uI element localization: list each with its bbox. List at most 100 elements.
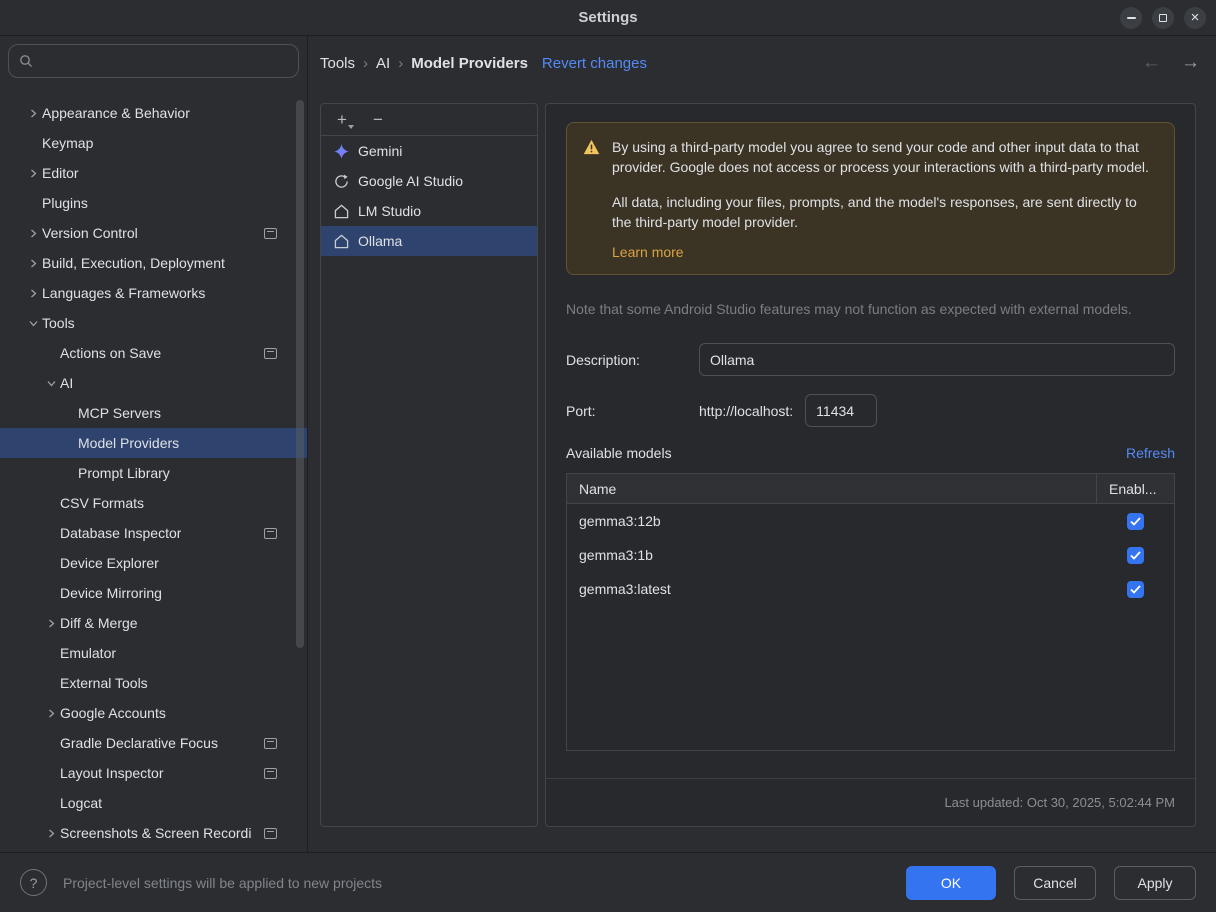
close-button[interactable]: × (1184, 7, 1206, 29)
breadcrumb-separator-icon: › (398, 55, 403, 72)
sidebar-item-keymap[interactable]: Keymap (0, 128, 307, 158)
provider-item-lm-studio[interactable]: LM Studio (321, 196, 537, 226)
sidebar-item-mcp-servers[interactable]: MCP Servers (0, 398, 307, 428)
sidebar-item-prompt-library[interactable]: Prompt Library (0, 458, 307, 488)
search-input[interactable] (40, 53, 288, 69)
refresh-link[interactable]: Refresh (1126, 445, 1175, 461)
chevron-right-icon[interactable] (24, 169, 42, 178)
remove-provider-button[interactable]: − (369, 111, 387, 128)
model-row-gemma3-1b[interactable]: gemma3:1b (567, 538, 1174, 572)
sidebar-item-label: Emulator (60, 645, 116, 661)
sidebar-item-label: Version Control (42, 225, 138, 241)
provider-item-google-ai-studio[interactable]: Google AI Studio (321, 166, 537, 196)
provider-detail-panel: By using a third-party model you agree t… (545, 103, 1196, 827)
maximize-button[interactable] (1152, 7, 1174, 29)
model-enabled-cell (1096, 504, 1174, 538)
sidebar-item-device-explorer[interactable]: Device Explorer (0, 548, 307, 578)
model-enabled-checkbox[interactable] (1127, 547, 1144, 564)
sidebar-item-label: Model Providers (78, 435, 179, 451)
last-updated-text: Last updated: Oct 30, 2025, 5:02:44 PM (944, 795, 1175, 810)
sidebar-item-database-inspector[interactable]: Database Inspector (0, 518, 307, 548)
sidebar-item-gradle-declarative-focus[interactable]: Gradle Declarative Focus (0, 728, 307, 758)
sidebar-item-device-mirroring[interactable]: Device Mirroring (0, 578, 307, 608)
sidebar-item-tools[interactable]: Tools (0, 308, 307, 338)
chevron-right-icon[interactable] (24, 289, 42, 298)
sidebar-scrollbar[interactable] (296, 100, 304, 648)
warning-text: By using a third-party model you agree t… (612, 137, 1158, 260)
forward-arrow[interactable]: → (1181, 52, 1200, 74)
model-enabled-checkbox[interactable] (1127, 581, 1144, 598)
provider-item-gemini[interactable]: Gemini (321, 136, 537, 166)
model-name: gemma3:1b (567, 547, 1096, 563)
model-row-gemma3-latest[interactable]: gemma3:latest (567, 572, 1174, 606)
sidebar-item-actions-on-save[interactable]: Actions on Save (0, 338, 307, 368)
sidebar-item-screenshots-screen-recordi[interactable]: Screenshots & Screen Recordi (0, 818, 307, 848)
sidebar-item-editor[interactable]: Editor (0, 158, 307, 188)
chevron-right-icon[interactable] (42, 619, 60, 628)
add-provider-button[interactable]: + (333, 111, 351, 128)
warning-paragraph-2: All data, including your files, prompts,… (612, 192, 1158, 233)
chevron-right-icon[interactable] (24, 109, 42, 118)
chevron-right-icon[interactable] (42, 709, 60, 718)
sidebar-item-label: External Tools (60, 675, 148, 691)
sidebar-item-appearance-behavior[interactable]: Appearance & Behavior (0, 98, 307, 128)
sidebar-item-logcat[interactable]: Logcat (0, 788, 307, 818)
sidebar-item-model-providers[interactable]: Model Providers (0, 428, 307, 458)
column-header-enabled[interactable]: Enabl... (1096, 474, 1174, 503)
sidebar-item-label: AI (60, 375, 73, 391)
sidebar-item-languages-frameworks[interactable]: Languages & Frameworks (0, 278, 307, 308)
sidebar-item-google-accounts[interactable]: Google Accounts (0, 698, 307, 728)
learn-more-link[interactable]: Learn more (612, 244, 684, 260)
minimize-button[interactable] (1120, 7, 1142, 29)
model-row-gemma3-12b[interactable]: gemma3:12b (567, 504, 1174, 538)
sidebar-item-layout-inspector[interactable]: Layout Inspector (0, 758, 307, 788)
port-prefix: http://localhost: (699, 403, 793, 419)
project-level-icon (264, 738, 277, 749)
column-header-name[interactable]: Name (567, 481, 1096, 497)
sidebar-item-label: Device Mirroring (60, 585, 162, 601)
project-level-icon (264, 768, 277, 779)
model-enabled-checkbox[interactable] (1127, 513, 1144, 530)
chevron-right-icon[interactable] (24, 259, 42, 268)
footer-note: Project-level settings will be applied t… (63, 875, 382, 891)
sidebar-item-csv-formats[interactable]: CSV Formats (0, 488, 307, 518)
sidebar-item-emulator[interactable]: Emulator (0, 638, 307, 668)
revert-changes-link[interactable]: Revert changes (542, 55, 647, 72)
chevron-down-icon[interactable] (24, 319, 42, 328)
breadcrumb-item-ai[interactable]: AI (376, 55, 390, 72)
lm-studio-icon (333, 204, 349, 219)
sidebar-item-build-execution-deployment[interactable]: Build, Execution, Deployment (0, 248, 307, 278)
chevron-right-icon[interactable] (24, 229, 42, 238)
settings-tree: Appearance & BehaviorKeymap Editor Plugins… (0, 98, 307, 848)
provider-item-ollama[interactable]: Ollama (321, 226, 537, 256)
chevron-right-icon[interactable] (42, 829, 60, 838)
chevron-down-icon[interactable] (42, 379, 60, 388)
cancel-button[interactable]: Cancel (1014, 866, 1096, 900)
sidebar-item-plugins[interactable]: Plugins (0, 188, 307, 218)
gemini-icon (333, 144, 349, 159)
sidebar-item-diff-merge[interactable]: Diff & Merge (0, 608, 307, 638)
sidebar-item-external-tools[interactable]: External Tools (0, 668, 307, 698)
apply-button[interactable]: Apply (1114, 866, 1196, 900)
sidebar-item-label: Plugins (42, 195, 88, 211)
breadcrumb-item-tools[interactable]: Tools (320, 55, 355, 72)
sidebar-item-label: Screenshots & Screen Recordi (60, 825, 251, 841)
sidebar-item-label: Editor (42, 165, 79, 181)
sidebar-item-label: Languages & Frameworks (42, 285, 205, 301)
help-button[interactable]: ? (20, 869, 47, 896)
history-navigation: ← → (1142, 52, 1200, 74)
sidebar-item-version-control[interactable]: Version Control (0, 218, 307, 248)
port-input[interactable] (805, 394, 877, 427)
description-input[interactable] (699, 343, 1175, 376)
model-enabled-cell (1096, 538, 1174, 572)
breadcrumb-separator-icon: › (363, 55, 368, 72)
models-table-body: gemma3:12b gemma3:1b gemma3:latest (567, 504, 1174, 606)
provider-label: Gemini (358, 143, 402, 159)
search-box[interactable] (8, 44, 299, 78)
available-models-row: Available models Refresh (566, 445, 1175, 461)
port-row: Port: http://localhost: (566, 394, 1175, 427)
sidebar-item-ai[interactable]: AI (0, 368, 307, 398)
ok-button[interactable]: OK (906, 866, 996, 900)
breadcrumb-item-model-providers[interactable]: Model Providers (411, 55, 528, 72)
back-arrow[interactable]: ← (1142, 52, 1161, 74)
